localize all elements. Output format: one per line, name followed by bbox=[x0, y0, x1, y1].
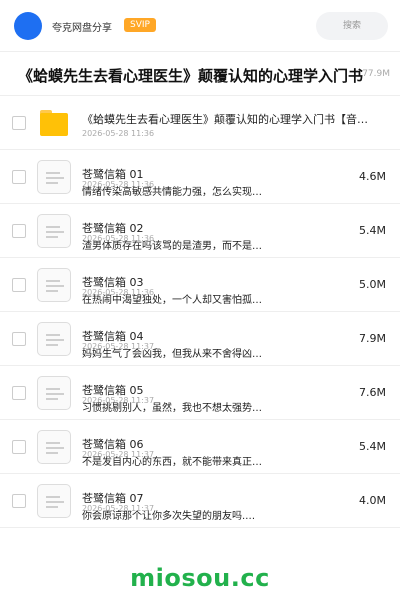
document-icon bbox=[37, 160, 71, 194]
file-row[interactable]: 苍鹭信箱 01 2026-05-28 11:36 情绪传染高敏感共情能力强，怎么… bbox=[0, 150, 400, 204]
file-row[interactable]: 苍鹭信箱 05 2026-05-28 11:37 习惯挑剔别人，虽然，我也不想太… bbox=[0, 366, 400, 420]
watermark: miosou.cc bbox=[130, 564, 270, 592]
file-row[interactable]: 苍鹭信箱 03 2026-05-28 11:36 在热闹中渴望独处，一个人却又害… bbox=[0, 258, 400, 312]
file-desc: 情绪传染高敏感共情能力强，怎么实现… bbox=[82, 187, 262, 198]
file-row[interactable]: 苍鹭信箱 04 2026-05-28 11:37 妈妈生气了会凶我，但我从来不舍… bbox=[0, 312, 400, 366]
checkbox[interactable] bbox=[12, 440, 26, 454]
document-icon bbox=[37, 268, 71, 302]
file-size: 5.4M bbox=[359, 224, 386, 237]
file-desc: 在热闹中渴望独处，一个人却又害怕孤… bbox=[82, 295, 262, 306]
total-size: 77.9M bbox=[362, 69, 390, 79]
file-row[interactable]: 苍鹭信箱 07 2026-05-28 11:37 你会原谅那个让你多次失望的朋友… bbox=[0, 474, 400, 528]
top-bar: 夸克网盘分享 SVIP 搜索 bbox=[0, 0, 400, 52]
folder-name: 《蛤蟆先生去看心理医生》颠覆认知的心理学入门书【音… bbox=[82, 113, 368, 126]
checkbox[interactable] bbox=[12, 332, 26, 346]
checkbox[interactable] bbox=[12, 170, 26, 184]
file-desc: 不是发自内心的东西，就不能带来真正… bbox=[82, 457, 262, 468]
document-icon bbox=[37, 322, 71, 356]
document-icon bbox=[37, 376, 71, 410]
folder-date: 2026-05-28 11:36 bbox=[82, 129, 155, 138]
page-title: 《蛤蟆先生去看心理医生》颠覆认知的心理学入门书 bbox=[18, 67, 364, 85]
file-size: 7.9M bbox=[359, 332, 386, 345]
file-row[interactable]: 苍鹭信箱 02 2026-05-28 11:36 渣男体质存在吗该骂的是渣男，而… bbox=[0, 204, 400, 258]
checkbox[interactable] bbox=[12, 494, 26, 508]
checkbox[interactable] bbox=[12, 116, 26, 130]
folder-row[interactable]: 《蛤蟆先生去看心理医生》颠覆认知的心理学入门书【音… 2026-05-28 11… bbox=[0, 96, 400, 150]
file-size: 4.6M bbox=[359, 170, 386, 183]
file-desc: 妈妈生气了会凶我，但我从来不舍得凶… bbox=[82, 349, 262, 360]
search-button[interactable]: 搜索 bbox=[316, 12, 388, 40]
share-title-row: 《蛤蟆先生去看心理医生》颠覆认知的心理学入门书 77.9M bbox=[0, 52, 400, 96]
file-desc: 你会原谅那个让你多次失望的朋友吗.… bbox=[82, 511, 256, 522]
file-size: 7.6M bbox=[359, 386, 386, 399]
checkbox[interactable] bbox=[12, 278, 26, 292]
document-icon bbox=[37, 484, 71, 518]
file-desc: 习惯挑剔别人，虽然，我也不想太强势… bbox=[82, 403, 262, 414]
file-size: 5.4M bbox=[359, 440, 386, 453]
brand-label: 夸克网盘分享 bbox=[52, 23, 112, 34]
file-desc: 渣男体质存在吗该骂的是渣男，而不是… bbox=[82, 241, 262, 252]
checkbox[interactable] bbox=[12, 386, 26, 400]
document-icon bbox=[37, 214, 71, 248]
folder-icon bbox=[40, 110, 68, 136]
file-size: 4.0M bbox=[359, 494, 386, 507]
svip-badge[interactable]: SVIP bbox=[124, 18, 156, 32]
document-icon bbox=[37, 430, 71, 464]
checkbox[interactable] bbox=[12, 224, 26, 238]
avatar[interactable] bbox=[14, 12, 42, 40]
file-size: 5.0M bbox=[359, 278, 386, 291]
file-row[interactable]: 苍鹭信箱 06 2026-05-28 11:37 不是发自内心的东西，就不能带来… bbox=[0, 420, 400, 474]
